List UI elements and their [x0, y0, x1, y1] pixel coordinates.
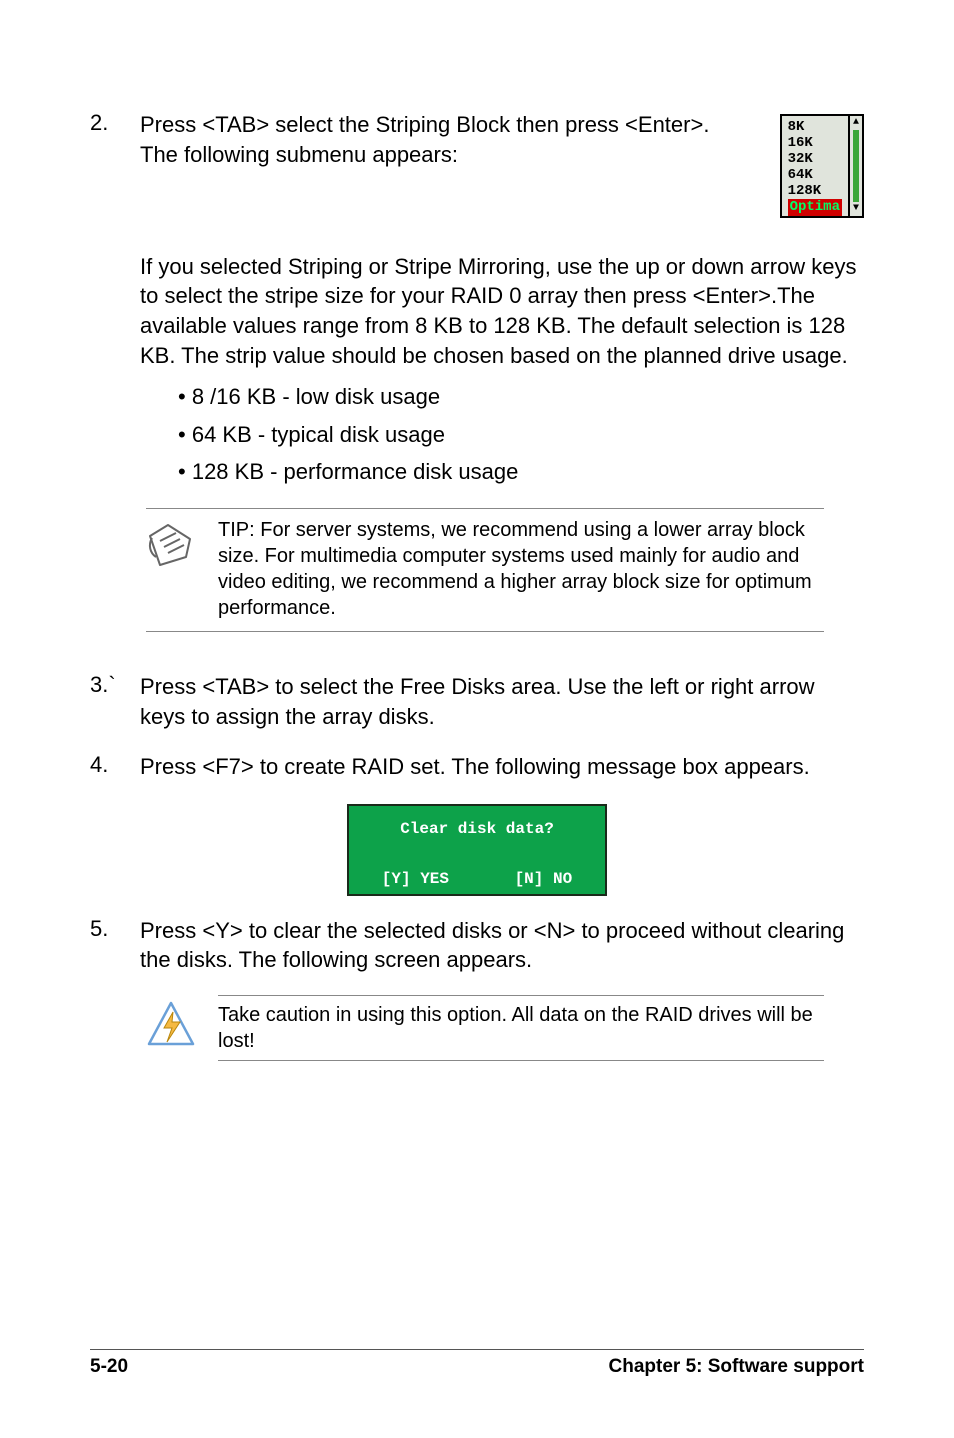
warning-bolt-icon	[146, 1000, 200, 1055]
arrow-down-icon: ▼	[850, 204, 862, 214]
menu-item: 64K	[788, 167, 842, 183]
tip-text: TIP: For server systems, we recommend us…	[218, 515, 824, 621]
step-5-text: Press <Y> to clear the selected disks or…	[140, 916, 864, 975]
step-number: 5.	[90, 916, 140, 975]
page-number: 5-20	[90, 1356, 128, 1378]
arrow-up-icon: ▲	[850, 118, 862, 128]
dialog-yes-option: [Y] YES	[382, 870, 449, 888]
caution-callout: Take caution in using this option. All d…	[146, 995, 824, 1061]
step-4-text: Press <F7> to create RAID set. The follo…	[140, 752, 864, 782]
step-5: 5. Press <Y> to clear the selected disks…	[90, 916, 864, 975]
bullet-item: 8 /16 KB - low disk usage	[178, 378, 864, 415]
menu-item: 128K	[788, 183, 842, 199]
step-number: 3.`	[90, 672, 140, 731]
menu-scrollbar: ▲ ▼	[848, 116, 862, 216]
dialog-title: Clear disk data?	[349, 806, 605, 864]
bullet-item: 64 KB - typical disk usage	[178, 416, 864, 453]
menu-item: 16K	[788, 135, 842, 151]
menu-item: 32K	[788, 151, 842, 167]
caution-text: Take caution in using this option. All d…	[218, 995, 824, 1061]
note-hand-icon	[146, 515, 200, 571]
stripe-block-menu: 8K 16K 32K 64K 128K Optima ▲ ▼	[780, 114, 864, 218]
step-3: 3.` Press <TAB> to select the Free Disks…	[90, 672, 864, 731]
step-4: 4. Press <F7> to create RAID set. The fo…	[90, 752, 864, 782]
step-3-text: Press <TAB> to select the Free Disks are…	[140, 672, 864, 731]
step-2: 2. Press <TAB> select the Striping Block…	[90, 110, 864, 218]
menu-item-selected: Optima	[788, 199, 842, 215]
chapter-title: Chapter 5: Software support	[609, 1356, 864, 1378]
menu-item: 8K	[788, 119, 842, 135]
step-number: 4.	[90, 752, 140, 782]
clear-disk-dialog: Clear disk data? [Y] YES [N] NO	[90, 804, 864, 896]
bullet-list: 8 /16 KB - low disk usage 64 KB - typica…	[90, 378, 864, 490]
step-2-text: Press <TAB> select the Striping Block th…	[140, 110, 750, 169]
step-number: 2.	[90, 110, 140, 218]
dialog-no-option: [N] NO	[515, 870, 573, 888]
stripe-paragraph: If you selected Striping or Stripe Mirro…	[90, 252, 864, 371]
page-footer: 5-20 Chapter 5: Software support	[90, 1349, 864, 1378]
tip-callout: TIP: For server systems, we recommend us…	[146, 508, 824, 632]
bullet-item: 128 KB - performance disk usage	[178, 453, 864, 490]
